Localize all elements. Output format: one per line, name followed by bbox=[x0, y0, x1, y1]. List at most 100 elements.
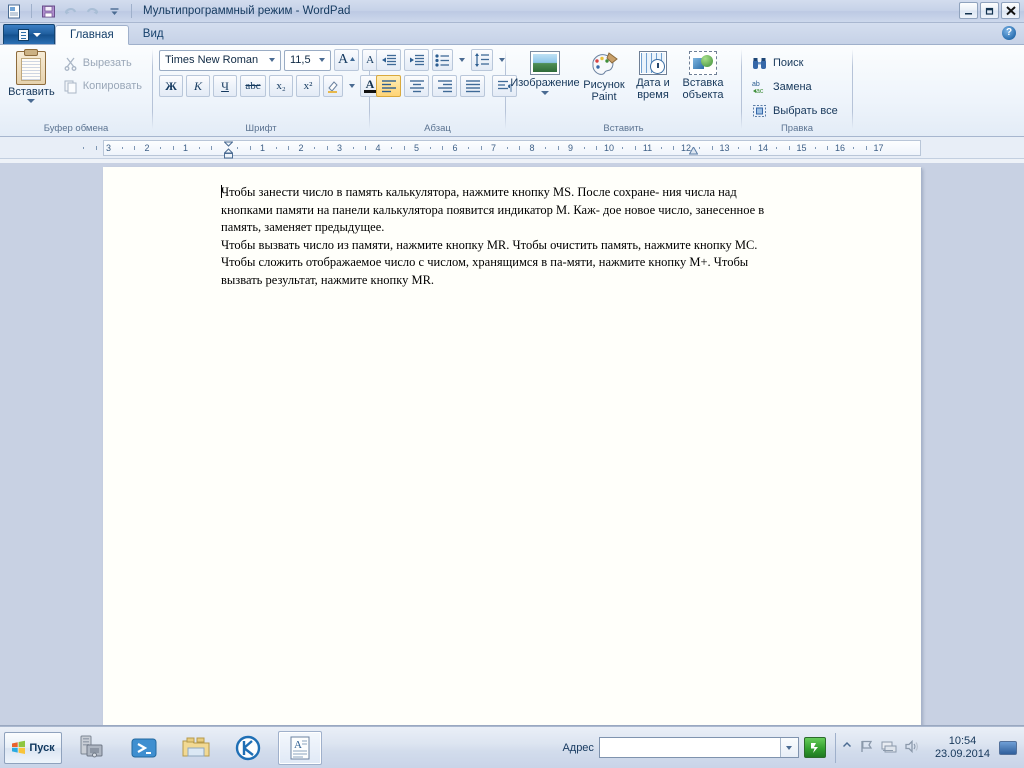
ruler-tick-label: 9 bbox=[567, 143, 574, 153]
ruler-tick bbox=[776, 147, 778, 149]
insert-picture-button[interactable]: Изображение bbox=[510, 49, 580, 95]
chevron-down-icon[interactable] bbox=[779, 738, 798, 757]
show-desktop-button[interactable] bbox=[999, 740, 1017, 755]
italic-label: К bbox=[194, 78, 202, 93]
cut-button[interactable]: Вырезать bbox=[59, 53, 146, 73]
start-button[interactable]: Пуск bbox=[4, 731, 62, 764]
ruler[interactable]: 3 2 1 1 2 3 4 5 6 7 8 9 10 11 12 13 14 15 16 17 bbox=[83, 140, 921, 159]
copy-button[interactable]: Копировать bbox=[59, 76, 146, 96]
grow-font-button[interactable]: A bbox=[334, 49, 360, 71]
close-button[interactable] bbox=[1001, 2, 1020, 19]
subscript-button[interactable]: x₂ bbox=[269, 75, 293, 97]
insert-date-time-button[interactable]: Дата и время bbox=[630, 49, 676, 101]
justify-icon bbox=[465, 80, 480, 93]
scissors-icon bbox=[64, 57, 77, 71]
find-button[interactable]: Поиск bbox=[748, 53, 842, 73]
customize-qat-icon[interactable] bbox=[105, 2, 124, 21]
ribbon: Вставить Вырезать Копировать Буфер обмен… bbox=[0, 45, 1024, 137]
indent-right-marker[interactable] bbox=[688, 145, 699, 155]
increase-indent-button[interactable] bbox=[404, 49, 429, 71]
network-icon[interactable] bbox=[881, 739, 897, 757]
minimize-button[interactable] bbox=[959, 2, 978, 19]
replace-button[interactable]: ab ac Замена bbox=[748, 77, 842, 97]
decrease-indent-icon bbox=[381, 54, 396, 65]
bullets-menu[interactable] bbox=[456, 49, 468, 71]
increase-indent-icon bbox=[409, 54, 424, 65]
insert-object-button[interactable]: Вставка объекта bbox=[678, 49, 728, 101]
indent-left-marker[interactable] bbox=[223, 141, 234, 159]
menu-doc-icon bbox=[17, 28, 29, 41]
tab-home-label: Главная bbox=[70, 29, 114, 41]
font-name-combo[interactable]: Times New Roman bbox=[159, 49, 281, 71]
select-all-label: Выбрать все bbox=[773, 105, 838, 117]
ruler-tick bbox=[314, 147, 316, 149]
ruler-tick bbox=[211, 146, 213, 150]
document-paragraph: Чтобы занести число в память калькулятор… bbox=[221, 184, 781, 237]
flag-icon[interactable] bbox=[859, 739, 874, 757]
insert-paint-drawing-button[interactable]: Рисунок Paint bbox=[580, 49, 628, 103]
group-label-insert: Вставить bbox=[603, 123, 644, 134]
windows-logo-icon bbox=[11, 740, 26, 755]
underline-label: Ч bbox=[221, 78, 229, 93]
chevron-down-icon[interactable] bbox=[315, 58, 328, 62]
strikethrough-button[interactable]: abc bbox=[240, 75, 266, 97]
document-text[interactable]: Чтобы занести число в память калькулятор… bbox=[221, 184, 781, 289]
save-icon[interactable] bbox=[39, 2, 58, 21]
taskbar-wordpad-icon[interactable]: A bbox=[278, 730, 322, 765]
wordpad-menu-button[interactable] bbox=[3, 24, 55, 44]
clipboard-icon bbox=[16, 51, 47, 85]
line-spacing-button[interactable] bbox=[471, 49, 493, 71]
clock[interactable]: 10:54 23.09.2014 bbox=[931, 735, 994, 761]
font-size-combo[interactable]: 11,5 bbox=[284, 49, 331, 71]
taskbar-powershell-icon[interactable] bbox=[122, 731, 166, 765]
ruler-tick bbox=[288, 146, 290, 150]
ruler-tick-label: 8 bbox=[529, 143, 535, 153]
align-left-button[interactable] bbox=[376, 75, 401, 97]
ruler-tick bbox=[95, 146, 97, 150]
ruler-area: 3 2 1 1 2 3 4 5 6 7 8 9 10 11 12 13 14 15 16 17 bbox=[0, 137, 1024, 159]
copy-label: Копировать bbox=[82, 80, 142, 92]
text-highlight-button[interactable] bbox=[323, 75, 343, 97]
italic-button[interactable]: К bbox=[186, 75, 210, 97]
document-canvas[interactable]: Чтобы занести число в память калькулятор… bbox=[0, 163, 1024, 725]
bullets-button[interactable] bbox=[432, 49, 453, 71]
chevron-down-icon bbox=[27, 99, 36, 103]
ruler-tick bbox=[403, 146, 405, 150]
bold-button[interactable]: Ж bbox=[159, 75, 183, 97]
ruler-tick bbox=[134, 146, 136, 150]
tab-view[interactable]: Вид bbox=[129, 24, 178, 44]
justify-button[interactable] bbox=[460, 75, 485, 97]
ruler-tick bbox=[545, 147, 547, 149]
help-icon[interactable]: ? bbox=[1002, 26, 1016, 40]
restore-button[interactable] bbox=[980, 2, 999, 19]
volume-icon[interactable] bbox=[904, 739, 920, 757]
ruler-tick bbox=[673, 146, 675, 150]
chevron-down-icon[interactable] bbox=[265, 58, 278, 62]
align-right-button[interactable] bbox=[432, 75, 457, 97]
select-all-button[interactable]: Выбрать все bbox=[748, 101, 842, 121]
paste-button[interactable]: Вставить bbox=[6, 49, 57, 103]
undo-icon[interactable] bbox=[61, 2, 80, 21]
ribbon-group-clipboard: Вставить Вырезать Копировать Буфер обмен… bbox=[0, 45, 152, 137]
taskbar-folder-icon[interactable] bbox=[174, 731, 218, 765]
show-hidden-icons-chevron[interactable] bbox=[842, 740, 852, 755]
align-center-button[interactable] bbox=[404, 75, 429, 97]
decrease-indent-button[interactable] bbox=[376, 49, 401, 71]
ruler-tick bbox=[827, 146, 829, 150]
redo-icon[interactable] bbox=[83, 2, 102, 21]
wordpad-icon bbox=[5, 2, 24, 21]
underline-button[interactable]: Ч bbox=[213, 75, 237, 97]
highlight-menu[interactable] bbox=[346, 75, 357, 97]
tab-home[interactable]: Главная bbox=[55, 25, 129, 45]
bold-label: Ж bbox=[165, 78, 177, 93]
go-button[interactable] bbox=[803, 737, 826, 758]
document-page[interactable]: Чтобы занести число в память калькулятор… bbox=[103, 167, 921, 725]
address-input[interactable] bbox=[599, 738, 780, 757]
taskbar-k-app-icon[interactable] bbox=[226, 731, 270, 765]
group-label-font: Шрифт bbox=[245, 123, 277, 134]
taskbar-server-icon[interactable] bbox=[70, 731, 114, 765]
ruler-tick bbox=[865, 146, 867, 150]
superscript-button[interactable]: x² bbox=[296, 75, 320, 97]
ribbon-group-editing: Поиск ab ac Замена Выбрать все Правка bbox=[742, 45, 852, 137]
address-combo[interactable] bbox=[598, 737, 799, 758]
